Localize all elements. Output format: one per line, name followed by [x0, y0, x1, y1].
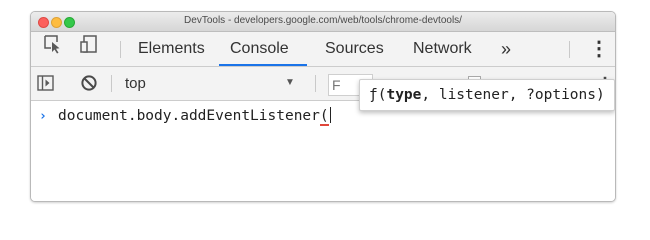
console-input[interactable]: document.body.addEventListener(	[58, 107, 332, 126]
chevron-down-icon: ▼	[285, 77, 295, 88]
window-title: DevTools - developers.google.com/web/too…	[184, 15, 462, 26]
clear-console-icon[interactable]	[80, 74, 98, 97]
tab-network[interactable]: Network	[413, 32, 472, 66]
inspect-element-icon[interactable]	[43, 33, 63, 67]
tab-console[interactable]: Console	[230, 32, 289, 66]
title-bar: DevTools - developers.google.com/web/too…	[31, 12, 615, 32]
more-tabs-button[interactable]: »	[501, 32, 511, 66]
active-tab-indicator	[219, 64, 307, 66]
console-prompt-icon: ›	[39, 109, 47, 124]
panel-tab-bar: Elements Console Sources Network » ⋮	[31, 32, 615, 67]
function-signature-tooltip: ƒ(type, listener, ?options)	[359, 79, 615, 111]
context-value: top	[125, 75, 146, 92]
tab-sources[interactable]: Sources	[325, 32, 384, 66]
context-selector[interactable]: top ▼	[113, 67, 303, 100]
signature-rest: , listener, ?options)	[421, 87, 605, 103]
device-toolbar-icon[interactable]	[79, 33, 99, 67]
signature-active-param: type	[386, 87, 422, 103]
devtools-window: DevTools - developers.google.com/web/too…	[30, 11, 616, 202]
text-caret	[329, 107, 332, 123]
console-input-text: document.body.addEventListener	[58, 108, 320, 124]
show-sidebar-icon[interactable]	[37, 75, 54, 96]
customize-menu-button[interactable]: ⋮	[589, 32, 609, 66]
tab-separator	[120, 41, 121, 58]
console-panel[interactable]: › document.body.addEventListener(	[31, 101, 615, 201]
tab-separator	[569, 41, 570, 58]
tab-elements[interactable]: Elements	[138, 32, 205, 66]
open-paren: (	[319, 108, 329, 126]
signature-prefix: ƒ(	[369, 87, 387, 103]
toolbar-separator	[111, 75, 112, 92]
toolbar-separator	[315, 75, 316, 92]
